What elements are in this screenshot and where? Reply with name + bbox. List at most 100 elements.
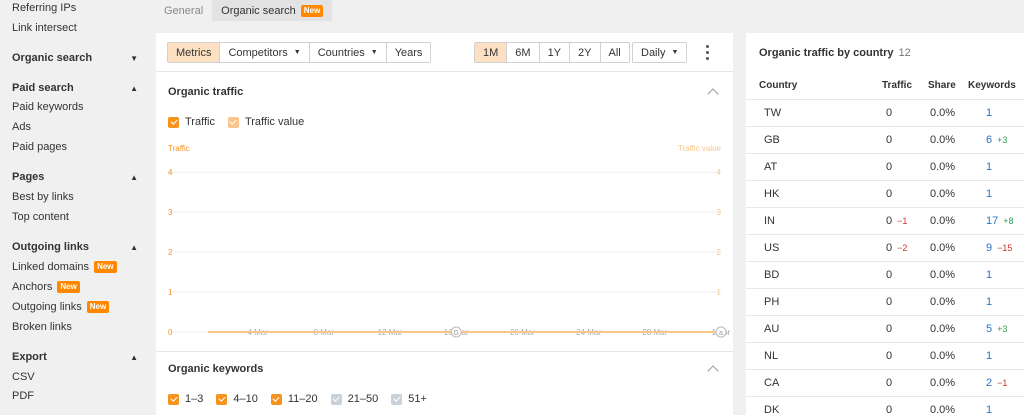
- y2-tick-label: 3: [717, 208, 722, 217]
- keywords-link[interactable]: 1: [986, 107, 992, 119]
- share-value: 0.0%: [930, 323, 955, 335]
- position-51-plus-checkbox[interactable]: [391, 393, 403, 405]
- traffic-number: 0: [886, 188, 893, 200]
- new-badge: New: [57, 281, 80, 293]
- country-code: TW: [764, 107, 781, 119]
- y-axis-title: Traffic: [168, 144, 190, 153]
- position-21-50-checkbox[interactable]: [330, 393, 342, 405]
- sidebar-item-label: Top content: [12, 211, 69, 223]
- traffic-number: 0: [886, 377, 893, 389]
- sidebar-item-top-content[interactable]: Top content: [12, 211, 69, 223]
- sidebar-item-csv[interactable]: CSV: [12, 371, 35, 383]
- sidebar-item-ads[interactable]: Ads: [12, 121, 31, 133]
- caret-up-icon: ▲: [130, 242, 138, 252]
- position-11-20-checkbox[interactable]: [270, 393, 282, 405]
- traffic-value: 0: [886, 134, 892, 146]
- keywords-value: 1: [986, 350, 992, 362]
- keywords-link[interactable]: 6: [986, 134, 992, 146]
- keywords-link[interactable]: 1: [986, 404, 992, 415]
- sidebar-section-export[interactable]: Export ▲: [12, 351, 138, 363]
- keywords-link[interactable]: 1: [986, 188, 992, 200]
- tab-general[interactable]: General: [155, 0, 212, 21]
- keywords-link[interactable]: 1: [986, 296, 992, 308]
- period-1m-button[interactable]: 1M: [475, 43, 508, 62]
- keywords-link[interactable]: 17: [986, 215, 998, 227]
- country-code: BD: [764, 269, 779, 281]
- years-button[interactable]: Years: [386, 43, 431, 62]
- sidebar-item-link-intersect[interactable]: Link intersect: [12, 22, 77, 34]
- column-header-country[interactable]: Country: [759, 80, 797, 91]
- sidebar-item-referring-ips[interactable]: Referring IPs: [12, 2, 76, 14]
- country-code-text: DK: [764, 404, 780, 415]
- collapse-chevron-icon[interactable]: [707, 88, 719, 100]
- row-divider: [746, 396, 1024, 397]
- keywords-link[interactable]: 9: [986, 242, 992, 254]
- sidebar-item-best-by-links[interactable]: Best by links: [12, 191, 74, 203]
- period-1y-button[interactable]: 1Y: [539, 43, 571, 62]
- divider: [156, 351, 733, 352]
- sidebar-item-broken-links[interactable]: Broken links: [12, 321, 72, 333]
- more-options-icon[interactable]: [705, 45, 709, 60]
- position-4-10-checkbox[interactable]: [216, 393, 228, 405]
- traffic-value: 0 −1: [886, 215, 907, 227]
- keywords-link[interactable]: 5: [986, 323, 992, 335]
- chart-svg: TrafficTraffic value00112233444 Mar8 Mar…: [168, 144, 731, 338]
- sidebar-item-paid-keywords[interactable]: Paid keywords: [12, 101, 84, 113]
- sidebar-section-label: Export: [12, 351, 47, 363]
- row-divider: [746, 369, 1024, 370]
- keywords-link[interactable]: 1: [986, 350, 992, 362]
- country-count: 12: [898, 47, 911, 59]
- y2-tick-label: 1: [717, 288, 722, 297]
- new-badge: New: [300, 4, 324, 17]
- sidebar-item-pdf[interactable]: PDF: [12, 390, 34, 402]
- position-11-20-label: 11–20: [287, 393, 318, 405]
- granularity-dropdown[interactable]: Daily ▼: [632, 42, 688, 63]
- country-code: HK: [764, 188, 779, 200]
- position-1-3-checkbox[interactable]: [168, 393, 179, 405]
- organic-keywords-title: Organic keywords: [168, 363, 264, 375]
- keywords-delta: +3: [997, 324, 1008, 334]
- position-1-3-label: 1–3: [185, 393, 204, 405]
- sidebar-section-outgoing-links[interactable]: Outgoing links ▲: [12, 241, 138, 253]
- share-value: 0.0%: [930, 377, 955, 389]
- countries-dropdown[interactable]: Countries ▼: [309, 43, 387, 62]
- row-divider: [746, 342, 1024, 343]
- metrics-button[interactable]: Metrics: [168, 43, 221, 62]
- period-6m-button[interactable]: 6M: [507, 43, 540, 62]
- sidebar-section-organic-search[interactable]: Organic search ▼: [12, 52, 138, 64]
- sidebar-item-label: Outgoing links: [12, 301, 82, 313]
- sidebar-item-outgoing-links[interactable]: Outgoing links New: [12, 301, 110, 313]
- keywords-link[interactable]: 1: [986, 161, 992, 173]
- competitors-dropdown[interactable]: Competitors ▼: [220, 43, 310, 62]
- sidebar-item-linked-domains[interactable]: Linked domains New: [12, 261, 117, 273]
- column-header-share[interactable]: Share: [928, 80, 956, 91]
- row-divider: [746, 234, 1024, 235]
- traffic-value: 0: [886, 323, 892, 335]
- traffic-value: 0: [886, 296, 892, 308]
- country-code-text: HK: [764, 188, 780, 200]
- column-header-keywords[interactable]: Keywords: [968, 80, 1016, 91]
- collapse-chevron-icon[interactable]: [707, 365, 719, 377]
- keywords-value: 1: [986, 188, 992, 200]
- keywords-link[interactable]: 1: [986, 269, 992, 281]
- period-2y-button[interactable]: 2Y: [570, 43, 601, 62]
- new-badge: New: [86, 301, 110, 313]
- keywords-link[interactable]: 2: [986, 377, 992, 389]
- caret-down-icon: ▼: [671, 49, 679, 56]
- period-all-button[interactable]: All: [600, 43, 629, 62]
- sidebar-section-pages[interactable]: Pages ▲: [12, 171, 138, 183]
- share-value: 0.0%: [930, 269, 955, 281]
- sidebar-item-label: Broken links: [12, 321, 72, 333]
- keywords-value: 17 +8: [986, 215, 1014, 227]
- traffic-checkbox[interactable]: [168, 116, 179, 128]
- sidebar-section-paid-search[interactable]: Paid search ▲: [12, 82, 138, 94]
- tab-organic-search[interactable]: Organic search New: [212, 0, 333, 21]
- y2-axis-title: Traffic value: [678, 144, 722, 153]
- report-tabs: General Organic search New: [155, 0, 333, 21]
- traffic-value-checkbox[interactable]: [227, 116, 239, 128]
- sidebar-item-anchors[interactable]: Anchors New: [12, 281, 80, 293]
- row-divider: [746, 261, 1024, 262]
- column-header-traffic[interactable]: Traffic: [882, 80, 912, 91]
- sidebar-item-paid-pages[interactable]: Paid pages: [12, 141, 67, 153]
- country-code: US: [764, 242, 779, 254]
